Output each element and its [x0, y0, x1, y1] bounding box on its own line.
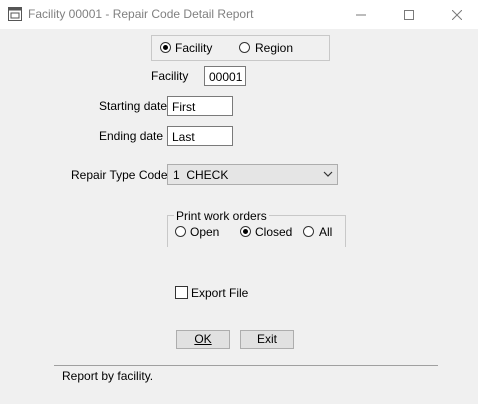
facility-radio-indicator	[160, 42, 171, 53]
ending-date-input[interactable]: Last	[167, 126, 233, 146]
close-icon	[452, 9, 462, 20]
export-file-label: Export File	[191, 286, 249, 300]
repair-type-label: Repair Type Code	[71, 168, 168, 182]
status-text: Report by facility.	[62, 369, 154, 383]
closed-radio[interactable]: Closed	[240, 225, 300, 239]
repair-type-value: 1 CHECK	[173, 168, 229, 182]
ok-button[interactable]: OK	[176, 330, 230, 349]
exit-button-label: Exit	[256, 332, 277, 346]
ok-button-label: OK	[194, 332, 212, 346]
facility-label: Facility	[151, 69, 189, 83]
starting-date-input[interactable]: First	[167, 96, 233, 116]
all-radio-indicator	[303, 226, 314, 237]
exit-button[interactable]: Exit	[240, 330, 294, 349]
print-work-orders-legend: Print work orders	[174, 209, 269, 223]
all-radio-label: All	[319, 225, 333, 239]
maximize-button[interactable]	[386, 0, 432, 29]
export-file-box	[175, 286, 188, 299]
minimize-icon	[356, 14, 366, 15]
report-window-icon	[8, 7, 22, 21]
repair-type-select[interactable]: 1 CHECK	[167, 164, 338, 185]
open-radio[interactable]: Open	[175, 225, 225, 239]
region-scope-radio[interactable]: Region	[239, 41, 309, 55]
facility-scope-radio[interactable]: Facility	[160, 41, 230, 55]
starting-date-label: Starting date	[99, 99, 168, 113]
open-radio-label: Open	[190, 225, 220, 239]
region-radio-indicator	[239, 42, 250, 53]
closed-radio-indicator	[240, 226, 251, 237]
chevron-down-icon[interactable]	[323, 171, 333, 178]
export-file-checkbox[interactable]: Export File	[175, 285, 249, 300]
minimize-button[interactable]	[338, 0, 384, 29]
ending-date-label: Ending date	[99, 129, 164, 143]
region-radio-label: Region	[255, 41, 294, 55]
maximize-icon	[404, 9, 414, 20]
all-radio[interactable]: All	[303, 225, 339, 239]
facility-radio-label: Facility	[175, 41, 213, 55]
closed-radio-label: Closed	[255, 225, 293, 239]
facility-input[interactable]: 00001	[204, 66, 246, 86]
open-radio-indicator	[175, 226, 186, 237]
close-button[interactable]	[434, 0, 478, 29]
window-title: Facility 00001 - Repair Code Detail Repo…	[28, 7, 254, 21]
